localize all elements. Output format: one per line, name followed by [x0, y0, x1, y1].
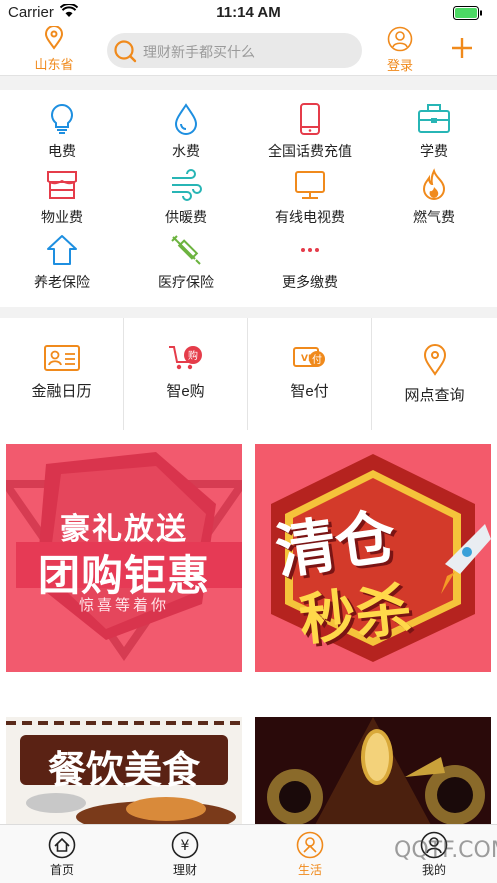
quick-label: 金融日历 — [31, 383, 92, 400]
svg-text:付: 付 — [312, 353, 322, 366]
tab-home[interactable]: 首页 — [32, 831, 92, 878]
status-bar: Carrier 11:14 AM — [0, 0, 497, 26]
service-label: 供暖费 — [165, 209, 207, 225]
search-icon — [114, 40, 137, 63]
shopping-cart-icon: 购 — [168, 346, 202, 370]
quick-finance-calendar[interactable]: 金融日历 — [0, 318, 124, 430]
tab-finance[interactable]: ¥ 理财 — [155, 831, 215, 878]
plus-icon — [452, 38, 472, 58]
service-cable-tv[interactable]: 有线电视费 — [248, 168, 372, 227]
battery-icon — [453, 6, 483, 24]
login-label: 登录 — [386, 58, 413, 73]
id-card-icon — [43, 345, 80, 371]
banner-line1: 餐饮美食 — [47, 750, 200, 792]
vip-pay-icon: VI 付 — [292, 347, 325, 367]
syringe-icon — [171, 235, 201, 265]
house-arrow-icon — [47, 235, 77, 265]
svg-text:购: 购 — [188, 349, 198, 362]
service-property[interactable]: 物业费 — [0, 168, 124, 227]
water-drop-icon — [174, 103, 198, 135]
promo-banners: 豪礼放送 团购钜惠 惊喜等着你 清仓 秒杀 餐饮美食 — [0, 430, 497, 825]
service-more[interactable]: 更多缴费 — [248, 233, 372, 292]
service-label: 医疗保险 — [158, 274, 214, 290]
quick-smart-buy[interactable]: 购 智e购 — [124, 318, 248, 430]
service-label: 燃气费 — [413, 209, 455, 225]
wind-icon — [172, 169, 202, 201]
lightbulb-icon — [51, 103, 73, 134]
service-label: 更多缴费 — [282, 274, 338, 290]
service-phone-topup[interactable]: 全国话费充值 — [248, 102, 372, 161]
group-buy-banner[interactable]: 豪礼放送 团购钜惠 惊喜等着你 — [6, 444, 242, 672]
tab-label: 首页 — [49, 863, 74, 877]
dining-banner[interactable]: 餐饮美食 — [6, 717, 242, 825]
briefcase-icon — [418, 104, 450, 133]
service-tuition[interactable]: 学费 — [372, 102, 496, 161]
service-heating[interactable]: 供暖费 — [124, 168, 248, 227]
location-pin-icon — [44, 25, 64, 50]
service-label: 学费 — [420, 143, 448, 159]
service-label: 水费 — [172, 143, 200, 159]
tv-icon — [295, 171, 325, 199]
tab-life[interactable]: 生活 — [280, 831, 340, 878]
service-water[interactable]: 水费 — [124, 102, 248, 161]
phone-icon — [300, 103, 320, 135]
quick-branch-search[interactable]: 网点查询 — [372, 318, 497, 430]
add-button[interactable] — [450, 36, 474, 65]
search-placeholder: 理财新手都买什么 — [143, 44, 255, 60]
location-label: 山东省 — [34, 57, 74, 72]
clock: 11:14 AM — [216, 4, 281, 21]
service-label: 物业费 — [41, 209, 83, 225]
service-label: 全国话费充值 — [268, 143, 352, 159]
yen-icon: ¥ — [171, 831, 199, 859]
tab-label: 理财 — [172, 863, 197, 877]
quick-smart-pay[interactable]: VI 付 智e付 — [248, 318, 372, 430]
service-grid: 电费 水费 全国话费充值 学费 物业费 供暖费 有线电视费 燃气费 养老保险 医… — [0, 90, 497, 307]
service-pension[interactable]: 养老保险 — [0, 233, 124, 292]
header: 山东省 理财新手都买什么 登录 — [0, 25, 497, 76]
login-button[interactable]: 登录 — [380, 26, 420, 74]
quick-links: 金融日历 购 智e购 VI 付 智e付 网点查询 — [0, 318, 497, 430]
service-electricity[interactable]: 电费 — [0, 102, 124, 161]
banner-line3: 惊喜等着你 — [78, 597, 169, 614]
more-dots-icon — [301, 248, 319, 252]
home-icon — [48, 831, 76, 859]
music-banner[interactable] — [255, 717, 491, 825]
svg-text:¥: ¥ — [181, 838, 190, 854]
banner-line2: 秒杀 — [296, 577, 415, 652]
flame-icon — [422, 168, 446, 200]
watermark: QQTF.COM — [394, 838, 497, 863]
user-icon — [387, 26, 413, 52]
service-gas[interactable]: 燃气费 — [372, 168, 496, 227]
life-icon — [296, 831, 324, 859]
location-selector[interactable]: 山东省 — [30, 25, 78, 73]
tab-label: 生活 — [297, 863, 322, 877]
service-medical[interactable]: 医疗保险 — [124, 233, 248, 292]
service-label: 养老保险 — [34, 274, 90, 290]
quick-label: 智e付 — [290, 383, 329, 400]
tab-label: 我的 — [421, 863, 446, 877]
service-label: 有线电视费 — [275, 209, 345, 225]
banner-art — [255, 717, 491, 825]
clearance-banner[interactable]: 清仓 秒杀 — [255, 444, 491, 672]
location-pin-icon — [423, 344, 446, 376]
service-label: 电费 — [48, 143, 76, 159]
search-input[interactable]: 理财新手都买什么 — [107, 33, 362, 68]
quick-label: 智e购 — [166, 383, 205, 400]
storefront-icon — [47, 171, 77, 199]
quick-label: 网点查询 — [404, 387, 465, 404]
